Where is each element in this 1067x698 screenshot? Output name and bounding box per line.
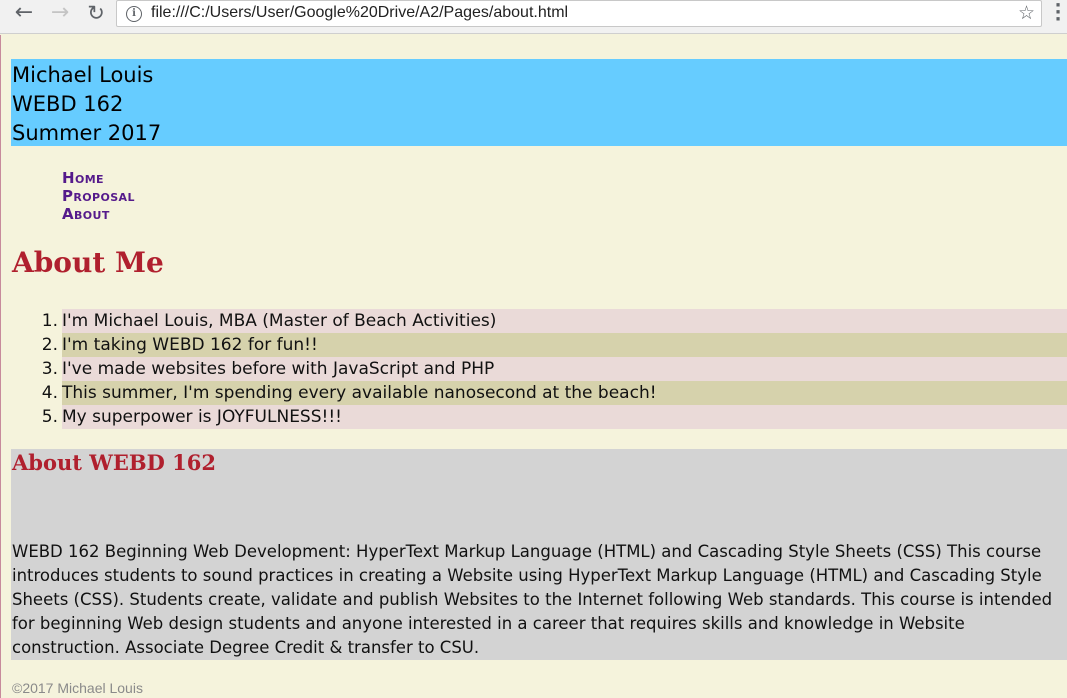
list-item: 4. This summer, I'm spending every avail… (42, 381, 1067, 405)
nav-link-about[interactable]: About (62, 205, 135, 223)
list-item-text: My superpower is JOYFULNESS!!! (62, 407, 342, 427)
list-item: 3. I've made websites before with JavaSc… (42, 357, 1067, 381)
reload-icon[interactable]: ↻ (82, 1, 110, 25)
list-item-text: I'm Michael Louis, MBA (Master of Beach … (62, 311, 497, 331)
list-item-text: I've made websites before with JavaScrip… (62, 359, 495, 379)
list-item-number: 1. (41, 311, 58, 331)
browser-toolbar: ← → ↻ i file:///C:/Users/User/Google%20D… (0, 0, 1067, 34)
list-item-number: 5. (41, 407, 58, 427)
list-item-number: 3. (41, 359, 58, 379)
header-term: Summer 2017 (12, 121, 162, 145)
menu-dots-icon[interactable]: · · · (1053, 0, 1063, 29)
footer-copyright: ©2017 Michael Louis (12, 680, 143, 696)
header-course: WEBD 162 (12, 92, 124, 116)
page-title: About Me (12, 246, 164, 279)
list-item: 5. My superpower is JOYFULNESS!!! (42, 405, 1067, 429)
course-section: About WEBD 162 WEBD 162 Beginning Web De… (11, 449, 1067, 660)
address-bar[interactable]: i file:///C:/Users/User/Google%20Drive/A… (116, 0, 1042, 27)
back-arrow-icon[interactable]: ← (10, 1, 38, 25)
bookmark-star-icon[interactable]: ☆ (1018, 2, 1035, 24)
site-nav: Home Proposal About (62, 169, 135, 223)
list-item-number: 2. (41, 335, 58, 355)
list-item: 2. I'm taking WEBD 162 for fun!! (42, 333, 1067, 357)
site-header: Michael Louis WEBD 162 Summer 2017 (11, 59, 1067, 146)
list-item: 1. I'm Michael Louis, MBA (Master of Bea… (42, 309, 1067, 333)
course-description: WEBD 162 Beginning Web Development: Hype… (12, 542, 1053, 657)
about-facts-list: 1. I'm Michael Louis, MBA (Master of Bea… (1, 309, 1067, 429)
info-icon[interactable]: i (126, 6, 142, 22)
course-section-title: About WEBD 162 (12, 450, 216, 475)
forward-arrow-icon[interactable]: → (46, 1, 74, 25)
list-item-text: I'm taking WEBD 162 for fun!! (62, 335, 318, 355)
url-text[interactable]: file:///C:/Users/User/Google%20Drive/A2/… (151, 4, 568, 22)
list-item-number: 4. (41, 383, 58, 403)
nav-link-proposal[interactable]: Proposal (62, 187, 135, 205)
list-item-text: This summer, I'm spending every availabl… (62, 383, 657, 403)
header-name: Michael Louis (12, 63, 154, 87)
page-content: Michael Louis WEBD 162 Summer 2017 Home … (0, 35, 1067, 698)
nav-link-home[interactable]: Home (62, 169, 135, 187)
